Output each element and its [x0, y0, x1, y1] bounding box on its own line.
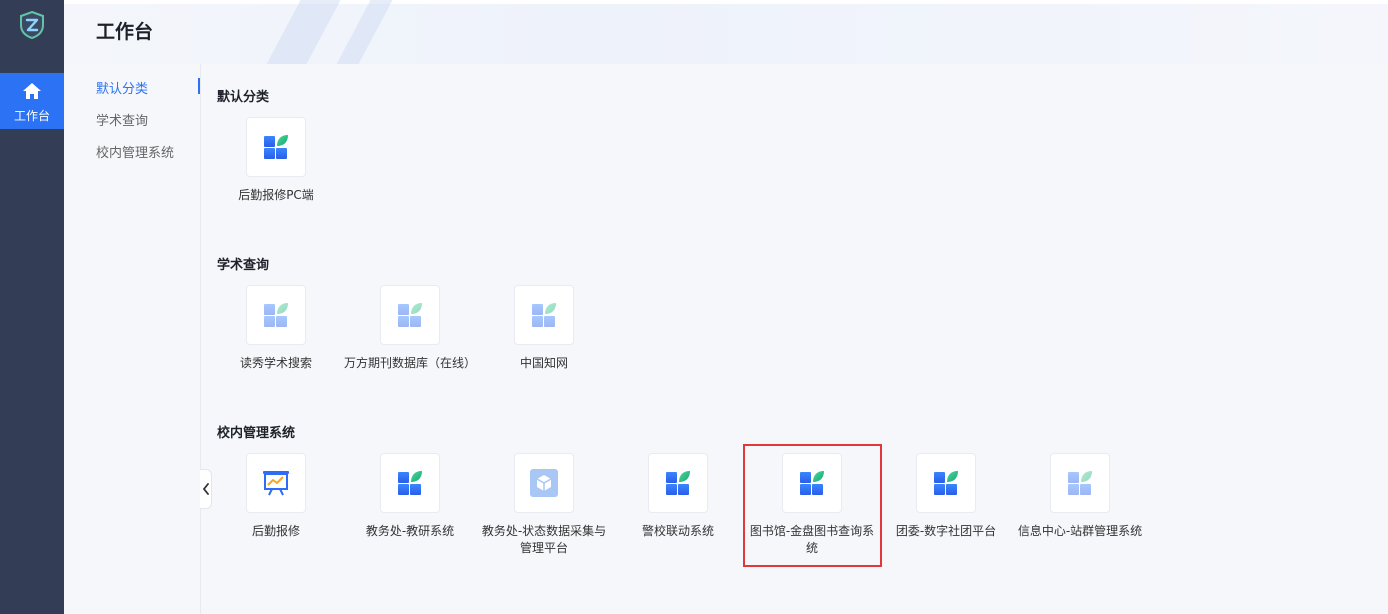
app-logo[interactable]: [19, 10, 45, 40]
nav-workbench[interactable]: 工作台: [0, 73, 64, 129]
app-name: 警校联动系统: [641, 524, 714, 538]
collapse-panel-button[interactable]: [200, 469, 212, 509]
highlight-annotation: [743, 444, 882, 567]
chevron-left-icon: [202, 483, 209, 495]
section-title-default: 默认分类: [217, 90, 270, 105]
app-name: 万方期刊数据库（在线）: [343, 356, 476, 370]
grid-leaf-icon: [263, 134, 289, 160]
grid-leaf-faded-icon: [531, 302, 557, 328]
grid-leaf-icon: [665, 470, 691, 496]
grid-leaf-faded-icon: [397, 302, 423, 328]
section-title-academic: 学术查询: [217, 258, 270, 273]
grid-leaf-faded-icon: [263, 302, 289, 328]
presentation-chart-icon: [263, 471, 289, 496]
grid-leaf-icon: [933, 470, 959, 496]
left-sidebar: 工作台: [0, 0, 64, 614]
app-name: 团委-数字社团平台: [895, 524, 997, 538]
grid-leaf-faded-icon: [1067, 470, 1093, 496]
app-name: 中国知网: [519, 356, 568, 370]
app-name: 读秀学术搜索: [239, 356, 312, 370]
category-panel: 默认分类 学术查询 校内管理系统: [64, 64, 201, 614]
active-category-marker: [198, 78, 200, 94]
app-name: 信息中心-站群管理系统: [1017, 524, 1143, 538]
category-academic[interactable]: 学术查询: [96, 110, 148, 129]
app-name: 后勤报修PC端: [238, 188, 314, 202]
app-name: 教务处-状态数据采集与管理平台: [481, 524, 607, 555]
page-header: 工作台: [64, 0, 1388, 64]
home-icon: [23, 83, 41, 99]
cube-icon: [530, 469, 558, 497]
section-title-campus: 校内管理系统: [217, 426, 296, 441]
nav-workbench-label: 工作台: [13, 109, 50, 123]
category-default[interactable]: 默认分类: [96, 78, 148, 97]
app-name: 后勤报修: [251, 524, 300, 538]
page-title: 工作台: [96, 21, 154, 43]
grid-leaf-icon: [397, 470, 423, 496]
app-name: 教务处-教研系统: [365, 524, 455, 538]
category-campus-systems[interactable]: 校内管理系统: [96, 142, 174, 161]
